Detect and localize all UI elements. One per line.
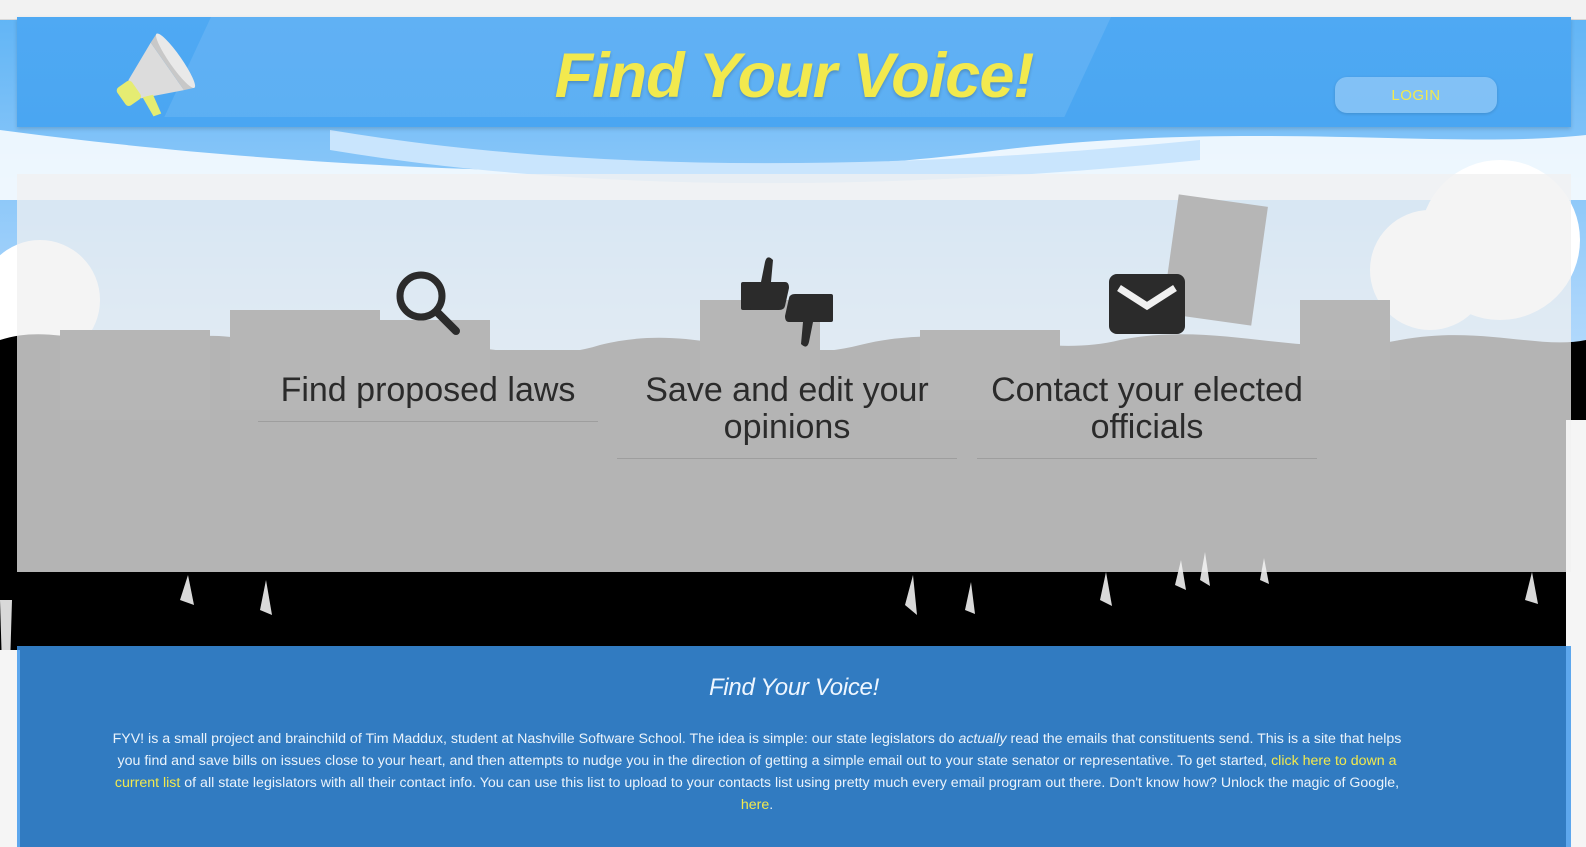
about-text-part: FYV! is a small project and brainchild o… [112,731,959,748]
feature-divider [258,421,598,422]
feature-icon-container [258,258,598,353]
thumbs-up-down-icon [741,257,833,347]
feature-divider [977,458,1317,459]
feature-title: Save and edit your opinions [645,371,929,446]
features-panel: Find proposed laws Save and edit your op… [17,174,1571,572]
search-icon [396,271,460,335]
google-help-link[interactable]: here [741,797,769,813]
feature-divider [617,458,957,459]
feature-title: Find proposed laws [280,371,576,409]
feature-title: Contact your elected officials [991,371,1303,446]
feature-icon-container [977,258,1317,353]
about-text-part: . [769,797,774,814]
envelope-icon [1109,274,1185,334]
about-text-part: of all state legislators with all their … [180,775,1400,792]
about-text: FYV! is a small project and brainchild o… [107,728,1407,816]
feature-icon-container [617,257,957,353]
site-header: Find Your Voice! LOGIN [17,17,1571,127]
about-footer: Find Your Voice! FYV! is a small project… [17,646,1571,847]
footer-title: Find Your Voice! [709,674,879,701]
login-button[interactable]: LOGIN [1335,77,1497,113]
emphasis-actually: actually [958,731,1007,748]
